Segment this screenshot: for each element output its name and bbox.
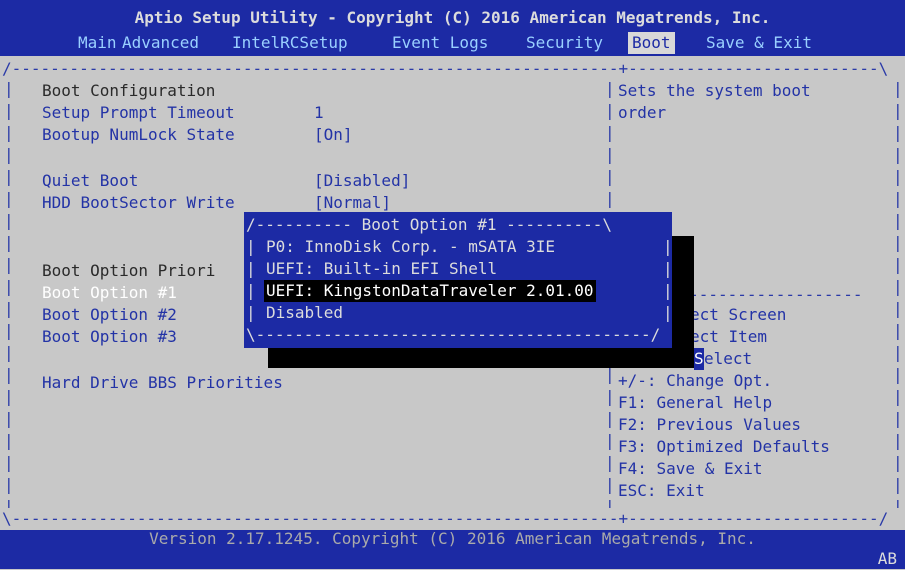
popup-title: Boot Option #1 (361, 215, 497, 234)
help-text-line-2: order (618, 103, 667, 122)
tab-security[interactable]: Security (526, 32, 603, 54)
popup-option-innodisk[interactable]: P0: InnoDisk Corp. - mSATA 3IE (266, 236, 555, 258)
hdd-bootsector-write-value[interactable]: [Normal] (314, 192, 391, 214)
boot-option-2-label[interactable]: Boot Option #2 (42, 304, 177, 326)
keyhelp-previous-values: F2: Previous Values (618, 415, 802, 434)
keyhelp-esc-exit: ESC: Exit (618, 481, 705, 500)
frame-left-border: | | | | | | | | | | | | | | | | | | | | (4, 79, 14, 508)
tab-save-exit[interactable]: Save & Exit (706, 32, 812, 54)
quiet-boot-value[interactable]: [Disabled] (314, 170, 410, 192)
tab-event-logs[interactable]: Event Logs (392, 32, 488, 54)
tab-intelrcsetup[interactable]: IntelRCSetup (232, 32, 348, 54)
tab-main[interactable]: Main (78, 32, 117, 54)
keyhelp-select-item: ect Item (690, 327, 768, 346)
boot-option-1-label[interactable]: Boot Option #1 (42, 282, 177, 304)
popup-right-border: | | | | (663, 237, 673, 322)
section-heading-boot-option-priorities: Boot Option Priori (42, 261, 216, 280)
keyhelp-change-opt: +/-: Change Opt. (618, 371, 773, 390)
hard-drive-bbs-priorities-link[interactable]: Hard Drive BBS Priorities (42, 372, 283, 394)
boot-option-3-label[interactable]: Boot Option #3 (42, 326, 177, 348)
app-title: Aptio Setup Utility - Copyright (C) 2016… (134, 8, 771, 27)
bootup-numlock-label[interactable]: Bootup NumLock State (42, 124, 235, 146)
tab-advanced[interactable]: Advanced (122, 32, 199, 54)
popup-left-border: | | | | (246, 237, 256, 322)
popup-option-efi-shell[interactable]: UEFI: Built-in EFI Shell (266, 258, 497, 280)
setup-prompt-timeout-label[interactable]: Setup Prompt Timeout (42, 102, 235, 124)
keyhelp-select-screen: ect Screen (690, 305, 787, 324)
popup-option-kingston[interactable]: UEFI: KingstonDataTraveler 2.01.00 (264, 280, 596, 302)
bootup-numlock-value[interactable]: [On] (314, 124, 353, 146)
footer-version: Version 2.17.1245. Copyright (C) 2016 Am… (149, 529, 756, 548)
keyhelp-optimized-defaults: F3: Optimized Defaults (618, 437, 830, 456)
keyhelp-save-exit: F4: Save & Exit (618, 459, 763, 478)
keyhelp-select-cursor: S (694, 348, 704, 370)
footer-corner-code: AB (877, 549, 897, 568)
hdd-bootsector-write-label[interactable]: HDD BootSector Write (42, 192, 235, 214)
keyhelp-enter-select: elect (704, 349, 753, 368)
popup-option-disabled[interactable]: Disabled (266, 302, 343, 324)
frame-top-border: /---------------------------------------… (2, 59, 889, 78)
keyhelp-general-help: F1: General Help (618, 393, 773, 412)
section-heading-boot-configuration: Boot Configuration (42, 81, 216, 100)
frame-bottom-border: \---------------------------------------… (2, 509, 889, 528)
popup-bottom-border: \---------------------------------------… (246, 325, 661, 344)
setup-prompt-timeout-value[interactable]: 1 (314, 102, 324, 124)
help-text-line-1: Sets the system boot (618, 81, 811, 100)
tab-boot[interactable]: Boot (628, 32, 675, 54)
popup-top-border: /---------- Boot Option #1 ----------\ (246, 215, 613, 234)
quiet-boot-label[interactable]: Quiet Boot (42, 170, 138, 192)
